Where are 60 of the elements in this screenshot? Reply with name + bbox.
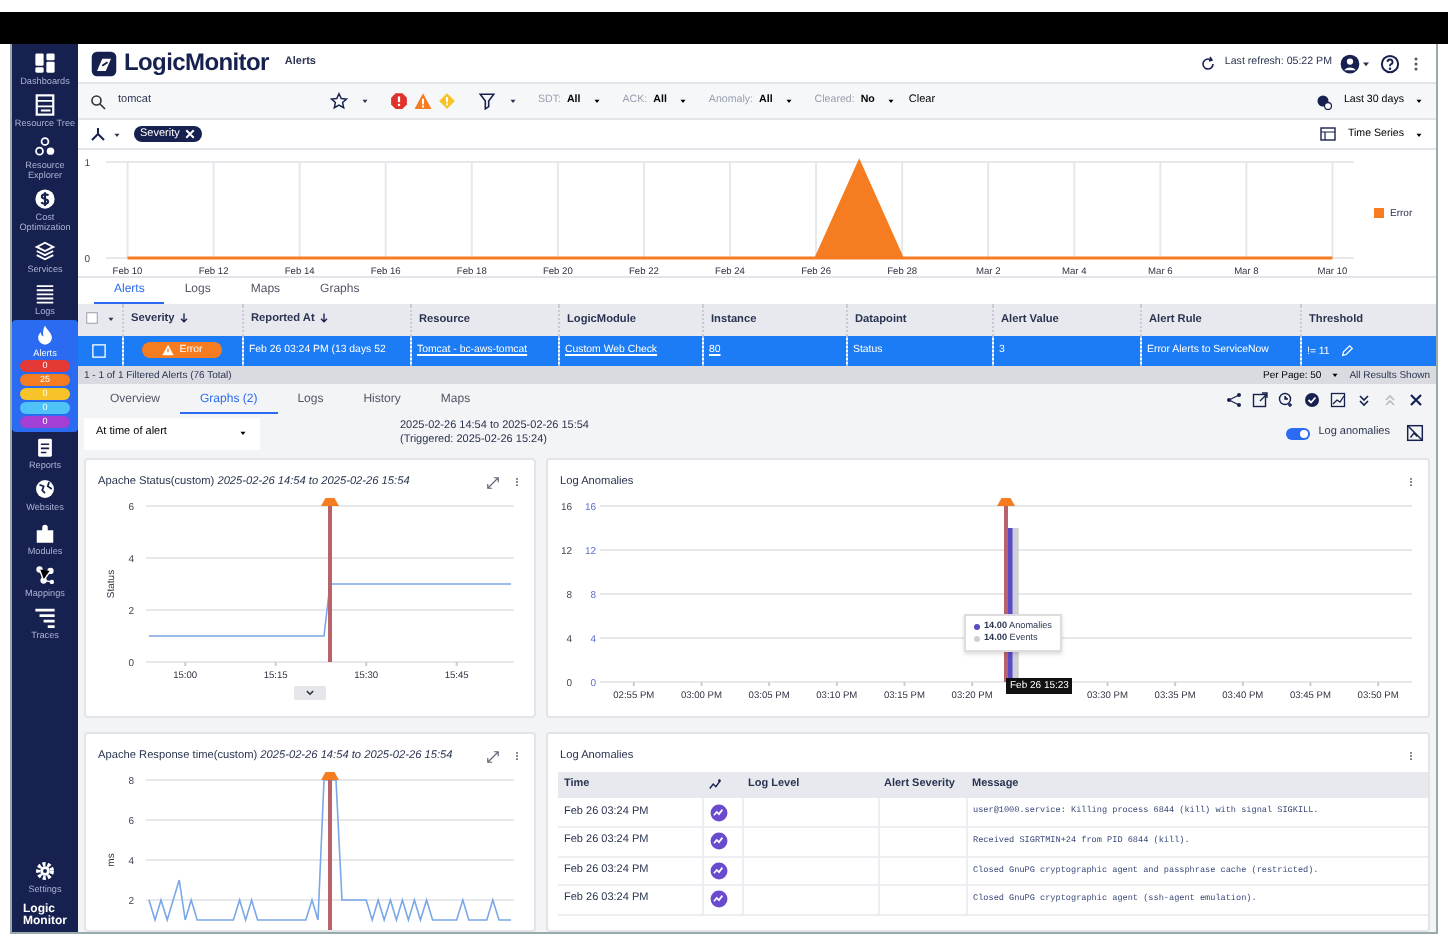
- clock-plus-icon[interactable]: [1278, 391, 1294, 407]
- critical-severity-icon[interactable]: [390, 92, 408, 110]
- puzzle-icon: [34, 521, 56, 544]
- external-link-icon[interactable]: [1252, 391, 1268, 407]
- check-circle-icon[interactable]: [1304, 391, 1320, 407]
- search-icon[interactable]: [90, 93, 106, 109]
- star-icon[interactable]: [330, 92, 348, 110]
- sort-arrow-icon[interactable]: [178, 312, 191, 325]
- pencil-icon[interactable]: [1339, 343, 1354, 358]
- dollar-icon: [34, 188, 56, 211]
- caret-icon: [886, 96, 897, 106]
- flame-icon: [34, 324, 56, 347]
- bars-icon: [34, 605, 56, 628]
- caret-icon: [1414, 96, 1424, 106]
- chevron-down-icon: [304, 688, 316, 698]
- caret-icon[interactable]: [360, 96, 370, 106]
- no-image-icon[interactable]: [1406, 424, 1424, 442]
- toggle-switch[interactable]: [1286, 427, 1311, 439]
- nodes-icon: [34, 563, 56, 586]
- caret-icon: [678, 96, 689, 106]
- user-icon[interactable]: [1340, 53, 1360, 73]
- logo-icon: [90, 49, 118, 77]
- chart-up-icon[interactable]: [1330, 391, 1346, 407]
- group-icon[interactable]: [90, 126, 106, 142]
- caret-icon: [238, 428, 248, 438]
- hexagons-icon: [34, 136, 56, 159]
- anomaly-icon: [708, 777, 722, 792]
- caret-icon: [1414, 129, 1424, 139]
- layers-icon: [34, 240, 56, 263]
- close-icon[interactable]: [1408, 391, 1424, 407]
- filter-icon[interactable]: [478, 92, 496, 110]
- logo-text: LogicMonitor: [124, 48, 269, 78]
- clipboard-icon: [34, 436, 56, 459]
- caret-icon[interactable]: [112, 129, 122, 139]
- anomaly-badge-icon: [709, 890, 727, 909]
- list-icon: [34, 94, 56, 117]
- caret-icon: [784, 96, 795, 106]
- expand-icon[interactable]: [486, 475, 500, 489]
- sort-arrow-icon[interactable]: [318, 312, 331, 325]
- chart-type-icon: [1319, 126, 1336, 142]
- error-severity-icon[interactable]: [414, 92, 432, 110]
- dashboard-icon: [34, 52, 56, 74]
- lines-icon: [34, 282, 56, 305]
- caret-icon: [1329, 370, 1340, 380]
- gear-icon: [34, 859, 56, 882]
- caret-icon[interactable]: [1360, 57, 1372, 69]
- expand-icon[interactable]: [486, 749, 500, 763]
- checkbox[interactable]: [86, 312, 98, 325]
- chevrons-down-icon[interactable]: [1356, 391, 1372, 407]
- refresh-icon[interactable]: [1200, 55, 1217, 71]
- help-icon[interactable]: [1380, 53, 1400, 73]
- anomaly-badge-icon: [709, 832, 727, 851]
- anomaly-badge-icon: [709, 861, 727, 880]
- caret-icon[interactable]: [508, 96, 518, 106]
- caret-icon: [592, 96, 603, 106]
- anomaly-badge-icon: [709, 803, 727, 821]
- share-icon[interactable]: [1226, 391, 1242, 407]
- expand-button[interactable]: [294, 686, 326, 700]
- caret-icon[interactable]: [106, 313, 116, 324]
- globe-icon: [34, 478, 56, 501]
